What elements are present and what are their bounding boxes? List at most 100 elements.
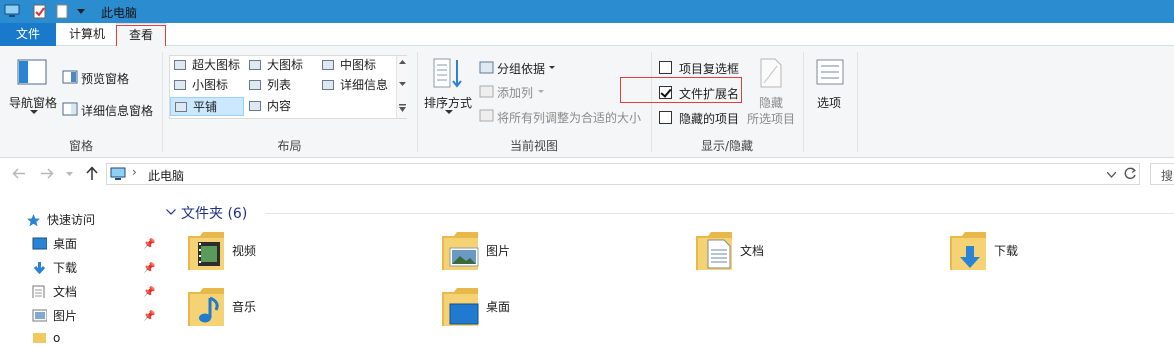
- group-by-icon: [479, 61, 494, 74]
- folder-label: 图片: [486, 244, 511, 258]
- layout-medium-icons[interactable]: 中图标: [318, 56, 376, 75]
- folder-item-desktop[interactable]: 桌面: [440, 286, 670, 332]
- hidden-items-checkbox[interactable]: [659, 111, 672, 124]
- recent-locations-icon[interactable]: [66, 172, 73, 177]
- layout-gallery-scroller[interactable]: [396, 56, 407, 118]
- pictures-icon: [32, 309, 47, 322]
- ribbon-tabs: 文件 计算机 查看: [0, 23, 1174, 47]
- refresh-icon[interactable]: [1124, 167, 1137, 180]
- preview-pane-icon: [62, 70, 78, 84]
- gallery-expand-icon[interactable]: [399, 104, 406, 113]
- tab-view[interactable]: 查看: [116, 23, 166, 47]
- layout-group-label: 布局: [277, 139, 302, 153]
- search-placeholder: 搜: [1161, 169, 1174, 183]
- layout-label: 平铺: [193, 100, 218, 114]
- chevron-down-icon[interactable]: [549, 66, 555, 70]
- file-extensions-label[interactable]: 文件扩展名: [679, 85, 739, 102]
- tab-file[interactable]: 文件: [0, 23, 56, 46]
- item-checkboxes-checkbox[interactable]: [659, 61, 672, 74]
- layout-content[interactable]: 内容: [245, 97, 291, 116]
- layout-label: 小图标: [192, 78, 229, 92]
- pin-icon[interactable]: 📌: [143, 311, 155, 322]
- section-title[interactable]: 文件夹 (6): [181, 203, 247, 223]
- options-button[interactable]: 选项: [817, 94, 841, 111]
- details-pane-button[interactable]: 详细信息窗格: [81, 102, 153, 119]
- layout-label: 超大图标: [192, 58, 241, 72]
- layout-extra-large-icons[interactable]: 超大图标: [170, 56, 240, 75]
- show-hide-group-label: 显示/隐藏: [700, 139, 754, 153]
- navigation-pane-button[interactable]: 导航窗格: [9, 94, 57, 111]
- chevron-down-icon[interactable]: [30, 110, 38, 115]
- layout-list[interactable]: 列表: [245, 76, 291, 95]
- layout-details[interactable]: 详细信息: [318, 76, 388, 95]
- search-box[interactable]: 搜: [1150, 163, 1174, 185]
- forward-arrow-icon[interactable]: [40, 168, 54, 179]
- fit-columns-button[interactable]: 将所有列调整为合适的大小: [497, 109, 641, 126]
- computer-icon: [4, 4, 20, 17]
- breadcrumb-separator-icon[interactable]: ›: [132, 165, 137, 179]
- hide-selected-icon: [760, 58, 782, 88]
- hide-selected-line1[interactable]: 隐藏: [759, 94, 783, 111]
- layout-large-icons[interactable]: 大图标: [245, 56, 303, 75]
- folder-item-videos[interactable]: 视频: [186, 230, 416, 276]
- pictures-folder-icon: [442, 232, 479, 270]
- address-row: › 此电脑 搜: [0, 160, 1174, 188]
- folder-item-downloads[interactable]: 下载: [948, 230, 1174, 276]
- folder-item-music[interactable]: 音乐: [186, 286, 416, 332]
- collapse-chevron-icon[interactable]: [166, 209, 176, 215]
- nav-label: 下载: [53, 261, 78, 275]
- desktop-folder-icon: [442, 288, 479, 326]
- layout-label: 列表: [267, 78, 292, 92]
- layout-label: 内容: [267, 99, 292, 113]
- pin-icon[interactable]: 📌: [143, 287, 155, 298]
- folder-label: 音乐: [232, 300, 257, 314]
- panes-group-label: 窗格: [68, 139, 93, 153]
- up-arrow-icon[interactable]: [86, 166, 98, 181]
- breadcrumb-item[interactable]: 此电脑: [148, 167, 184, 184]
- window-title: 此电脑: [101, 6, 138, 20]
- folder-item-documents[interactable]: 文档: [694, 230, 924, 276]
- hidden-items-label[interactable]: 隐藏的项目: [679, 110, 739, 127]
- folder-item-pictures[interactable]: 图片: [440, 230, 670, 276]
- preview-pane-button[interactable]: 预览窗格: [81, 70, 129, 87]
- chevron-down-icon: [538, 90, 544, 93]
- desktop-icon: [32, 237, 47, 250]
- hide-selected-line2[interactable]: 所选项目: [747, 110, 795, 127]
- star-icon: [27, 214, 40, 226]
- address-bar[interactable]: › 此电脑: [106, 163, 1140, 185]
- folder-label: 下载: [994, 244, 1019, 258]
- chevron-down-icon[interactable]: [445, 110, 453, 115]
- sort-by-button[interactable]: 排序方式: [424, 94, 472, 111]
- add-columns-icon: [479, 85, 494, 98]
- folder-label: 文档: [740, 244, 765, 258]
- pin-icon[interactable]: 📌: [143, 263, 155, 274]
- ribbon: 导航窗格 预览窗格 详细信息窗格 窗格 超大图标 大图标 中图标 小图标 列表 …: [0, 46, 1174, 158]
- pin-icon[interactable]: 📌: [143, 239, 155, 250]
- back-arrow-icon[interactable]: [12, 168, 26, 179]
- customize-qat-icon[interactable]: [76, 8, 86, 16]
- computer-icon: [110, 167, 126, 180]
- title-bar: 此电脑: [0, 0, 1174, 23]
- file-extensions-checkbox[interactable]: [659, 86, 672, 99]
- details-pane-icon: [62, 102, 78, 116]
- layout-gallery: 超大图标 大图标 中图标 小图标 列表 详细信息 平铺 内容: [169, 55, 407, 119]
- videos-folder-icon: [188, 232, 224, 270]
- item-checkboxes-label[interactable]: 项目复选框: [679, 60, 739, 77]
- document-icon: [32, 285, 45, 298]
- nav-label: 桌面: [53, 237, 78, 251]
- folder-label: 桌面: [486, 300, 511, 314]
- layout-small-icons[interactable]: 小图标: [170, 76, 228, 95]
- address-dropdown-icon[interactable]: [1107, 172, 1116, 178]
- navigation-pane-icon: [17, 59, 47, 85]
- scroll-down-icon[interactable]: [399, 82, 406, 87]
- scroll-up-icon[interactable]: [399, 60, 406, 65]
- nav-label: 图片: [53, 309, 78, 323]
- tab-computer[interactable]: 计算机: [59, 23, 115, 46]
- nav-label: 快速访问: [47, 213, 96, 227]
- nav-label: 文档: [53, 285, 78, 299]
- new-folder-icon[interactable]: [56, 4, 68, 19]
- group-by-button[interactable]: 分组依据: [497, 60, 545, 77]
- layout-tiles[interactable]: 平铺: [170, 97, 244, 116]
- add-columns-button[interactable]: 添加列: [497, 84, 533, 101]
- properties-icon[interactable]: [33, 4, 47, 19]
